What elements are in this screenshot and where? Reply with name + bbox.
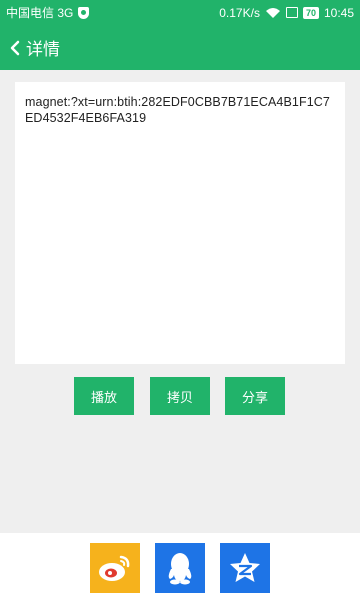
qzone-icon <box>230 553 260 582</box>
qq-share-button[interactable] <box>155 543 205 593</box>
copy-button[interactable]: 拷贝 <box>150 377 210 415</box>
page-title: 详情 <box>26 40 60 59</box>
share-bar <box>0 533 360 600</box>
action-buttons: 播放 拷贝 分享 <box>0 377 360 415</box>
back-button[interactable]: 详情 <box>0 25 360 70</box>
carrier-label: 中国电信 3G <box>6 6 74 20</box>
shield-icon <box>78 6 90 19</box>
clock: 10:45 <box>323 5 354 20</box>
status-bar: 中国电信 3G 0.17K/s 70 10:45 <box>0 0 360 25</box>
weibo-icon <box>99 555 130 581</box>
battery-indicator: 70 <box>302 6 319 19</box>
chevron-left-icon <box>10 40 20 55</box>
detail-panel: magnet:?xt=urn:btih:282EDF0CBB7B71ECA4B1… <box>15 82 345 364</box>
wifi-icon <box>265 7 280 18</box>
sim-icon <box>285 7 298 18</box>
qq-icon <box>168 553 192 585</box>
network-speed: 0.17K/s <box>219 5 260 20</box>
weibo-share-button[interactable] <box>90 543 140 593</box>
qzone-share-button[interactable] <box>220 543 270 593</box>
magnet-link-text[interactable]: magnet:?xt=urn:btih:282EDF0CBB7B71ECA4B1… <box>25 94 335 126</box>
play-button[interactable]: 播放 <box>74 377 134 415</box>
share-button[interactable]: 分享 <box>225 377 285 415</box>
